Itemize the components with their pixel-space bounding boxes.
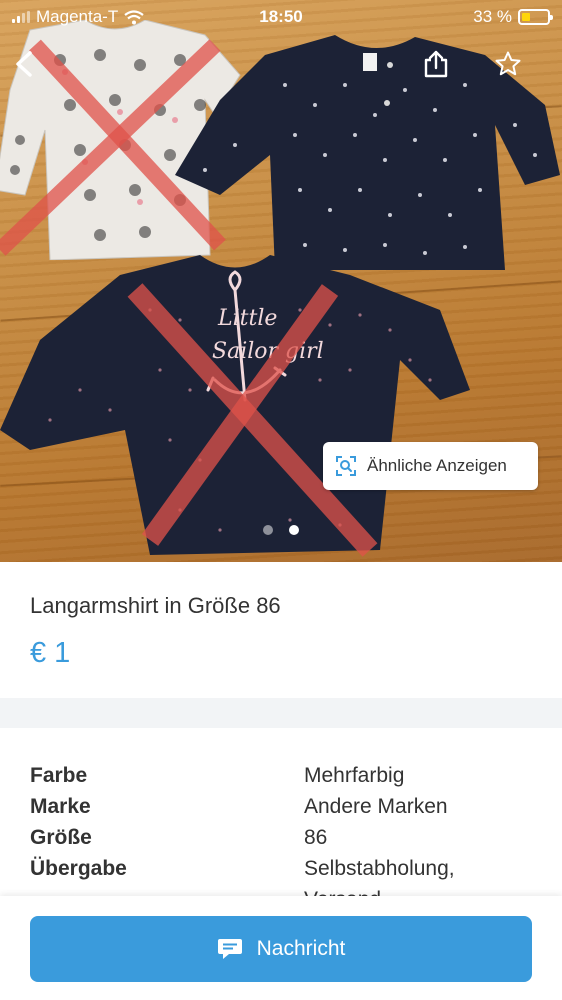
- listing-price: € 1: [30, 637, 71, 669]
- wifi-icon: [124, 9, 144, 24]
- section-divider: [0, 698, 562, 728]
- detail-row: Größe 86: [30, 822, 532, 853]
- page-dot-active[interactable]: [289, 525, 299, 535]
- detail-value: Mehrfarbig: [304, 764, 405, 787]
- chat-bubble-icon: [217, 939, 242, 959]
- detail-key: Farbe: [30, 764, 88, 787]
- detail-value: 86: [304, 826, 328, 849]
- detail-key: Marke: [30, 795, 91, 818]
- message-label: Nachricht: [256, 937, 346, 960]
- listing-header: Langarmshirt in Größe 86 € 1: [0, 562, 562, 698]
- battery-percent: 33 %: [473, 7, 512, 26]
- back-button[interactable]: [4, 44, 44, 84]
- signal-icon: [12, 11, 30, 23]
- detail-value: Selbstabholung,: [304, 857, 455, 880]
- carrier-name: Magenta-T: [36, 7, 119, 26]
- similar-ads-label: Ähnliche Anzeigen: [367, 456, 507, 475]
- listing-photo[interactable]: Little Sailor girl Magenta-T 18:50 33 %: [0, 0, 562, 562]
- detail-row: Übergabe Selbstabholung,: [30, 853, 532, 884]
- similar-ads-button[interactable]: Ähnliche Anzeigen: [323, 442, 538, 490]
- status-left: Magenta-T: [12, 7, 144, 27]
- battery-level: [522, 13, 530, 21]
- status-bar: Magenta-T 18:50 33 %: [0, 0, 562, 34]
- battery-icon: [518, 9, 553, 25]
- detail-row: Farbe Mehrfarbig: [30, 760, 532, 791]
- page-indicator: [0, 525, 562, 535]
- detail-row: Marke Andere Marken: [30, 791, 532, 822]
- detail-key: Übergabe: [30, 857, 127, 880]
- page-dot[interactable]: [263, 525, 273, 535]
- message-button[interactable]: Nachricht: [30, 916, 532, 982]
- star-icon: [495, 51, 521, 76]
- sailor-shirt-image: Little Sailor girl: [0, 255, 470, 557]
- status-right: 33 %: [473, 7, 553, 27]
- back-chevron-icon: [16, 51, 32, 77]
- share-button[interactable]: [416, 44, 456, 84]
- share-icon: [424, 50, 448, 78]
- svg-text:Little: Little: [217, 306, 277, 331]
- detail-value: Andere Marken: [304, 795, 448, 818]
- bottom-action-bar: Nachricht: [0, 896, 562, 1000]
- scan-search-icon: [336, 456, 356, 476]
- detail-key: Größe: [30, 826, 92, 849]
- favorite-button[interactable]: [488, 44, 528, 84]
- listing-title: Langarmshirt in Größe 86: [30, 593, 281, 618]
